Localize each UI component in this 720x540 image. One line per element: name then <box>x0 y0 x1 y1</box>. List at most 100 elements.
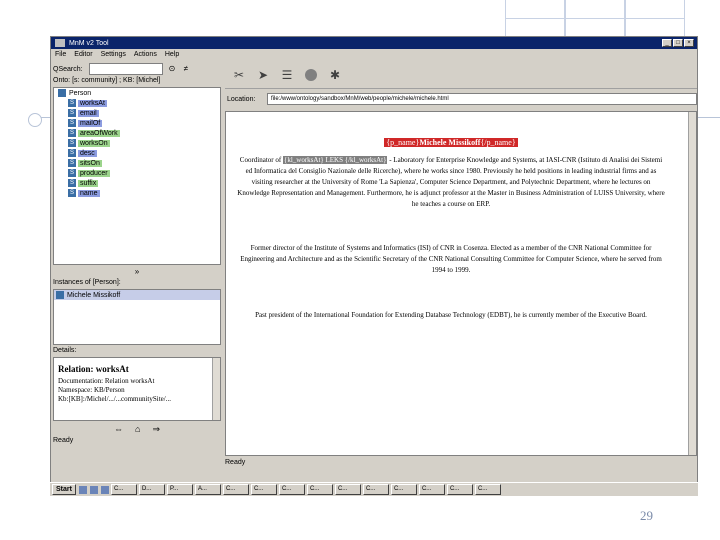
minimize-button[interactable]: _ <box>662 39 672 47</box>
menu-actions[interactable]: Actions <box>134 51 157 58</box>
tree-item[interactable]: SworksOn <box>54 138 220 148</box>
learn-icon[interactable]: ✱ <box>325 65 345 85</box>
person-name: Michele Missikoff <box>419 138 481 147</box>
taskbar-item[interactable]: C... <box>474 484 501 495</box>
tree-item-label: desc <box>78 149 97 157</box>
taskbar-item[interactable]: C... <box>306 484 333 495</box>
search-label: QSearch: <box>53 65 83 73</box>
title-bar: MnM v2 Tool _ □ × <box>51 37 697 49</box>
annotation-highlight[interactable]: {kl_worksAt} LEKS {/kl_worksAt} <box>282 156 388 164</box>
app-icon <box>55 39 65 47</box>
left-status: Ready <box>53 437 74 444</box>
details-label: Details: <box>53 347 77 354</box>
ontology-label: Onto: [s: community] ; KB: [Michel] <box>53 77 161 84</box>
taskbar-item[interactable]: C... <box>278 484 305 495</box>
next-icon[interactable]: ➤ <box>253 65 273 85</box>
tree-item-label: worksOn <box>78 139 110 147</box>
menu-help[interactable]: Help <box>165 51 179 58</box>
taskbar-item[interactable]: C... <box>362 484 389 495</box>
tree-item[interactable]: Sproducer <box>54 168 220 178</box>
tree-item[interactable]: Sdesc <box>54 148 220 158</box>
maximize-button[interactable]: □ <box>673 39 683 47</box>
slot-icon: S <box>68 139 76 147</box>
filter-icon[interactable]: ≠ <box>181 64 191 74</box>
instance-row[interactable]: Michele Missikoff <box>54 290 220 300</box>
tree-item[interactable]: Semail <box>54 108 220 118</box>
document-scrollbar[interactable] <box>688 112 696 455</box>
tree-item-label: producer <box>78 169 110 177</box>
slide-decoration-circle <box>28 113 42 127</box>
menu-settings[interactable]: Settings <box>101 51 126 58</box>
para-prefix: Coordinator of <box>239 156 283 164</box>
taskbar-item[interactable]: C... <box>110 484 137 495</box>
stop-icon[interactable] <box>305 68 317 81</box>
home-icon[interactable]: ⌂ <box>135 424 140 434</box>
details-line: Kb:[KB]:/Michel/.../...communitySite/... <box>58 395 171 403</box>
name-open-tag: {p_name} <box>386 138 420 147</box>
slot-icon: S <box>68 189 76 197</box>
details-heading: Relation: worksAt <box>58 364 129 374</box>
tree-item[interactable]: Ssuffix <box>54 178 220 188</box>
tree-item[interactable]: SareaOfWork <box>54 128 220 138</box>
tree-item-label: sitsOn <box>78 159 102 167</box>
instance-icon <box>56 291 64 299</box>
details-scrollbar[interactable] <box>212 358 220 420</box>
taskbar-item[interactable]: D... <box>138 484 165 495</box>
window-title: MnM v2 Tool <box>69 39 109 47</box>
annotate-icon[interactable]: ✂ <box>229 65 249 85</box>
tree-expand-button[interactable]: » <box>53 265 221 277</box>
start-button[interactable]: Start <box>52 484 76 495</box>
details-line: Documentation: Relation worksAt <box>58 377 155 385</box>
tree-item-label: areaOfWork <box>78 129 120 137</box>
search-row: QSearch: ⊙ ≠ <box>53 61 221 77</box>
tree-root-label: Person <box>69 89 92 97</box>
quicklaunch-icon[interactable] <box>78 485 87 494</box>
tree-item[interactable]: SworksAt <box>54 98 220 108</box>
back-arrow-icon[interactable]: ⇔ <box>114 424 123 434</box>
person-name-line: {p_name}Michele Missikoff{/p_name} <box>236 138 666 147</box>
slot-icon: S <box>68 179 76 187</box>
paragraph-past-president: Past president of the International Foun… <box>255 311 647 319</box>
slot-icon: S <box>68 159 76 167</box>
details-buttons: ⇔ ⌂ ⇒ <box>53 421 221 437</box>
slot-icon: S <box>68 169 76 177</box>
tree-item-label: name <box>78 189 100 197</box>
taskbar-item[interactable]: A... <box>194 484 221 495</box>
forward-arrow-icon[interactable]: ⇒ <box>152 424 160 435</box>
tree-root[interactable]: Person <box>54 88 220 98</box>
instances-list[interactable]: Michele Missikoff <box>53 289 221 345</box>
quicklaunch-icon[interactable] <box>100 485 109 494</box>
taskbar-item[interactable]: C... <box>222 484 249 495</box>
search-input[interactable] <box>89 63 163 75</box>
document-view[interactable]: {p_name}Michele Missikoff{/p_name} Coord… <box>225 111 697 456</box>
taskbar-item[interactable]: C... <box>250 484 277 495</box>
taskbar-item[interactable]: C... <box>418 484 445 495</box>
right-status: Ready <box>225 459 246 466</box>
instance-label: Michele Missikoff <box>67 291 121 299</box>
paragraph-former-director: Former director of the Institute of Syst… <box>240 244 662 274</box>
tree-item[interactable]: Sname <box>54 188 220 198</box>
slide-decoration-grid <box>495 0 720 38</box>
ontology-tree[interactable]: Person SworksAt Semail SmailOf SareaOfWo… <box>53 87 221 265</box>
menu-bar: File Editor Settings Actions Help <box>51 49 697 60</box>
menu-file[interactable]: File <box>55 51 66 58</box>
slot-icon: S <box>68 119 76 127</box>
search-icon[interactable]: ⊙ <box>167 64 177 74</box>
taskbar-item[interactable]: P... <box>166 484 193 495</box>
tree-item-label: email <box>78 109 99 117</box>
slot-icon: S <box>68 109 76 117</box>
toolbar: ✂ ➤ ☰ ✱ <box>225 61 697 89</box>
taskbar-item[interactable]: C... <box>390 484 417 495</box>
close-button[interactable]: × <box>684 39 694 47</box>
tree-item-label: suffix <box>78 179 99 187</box>
list-icon[interactable]: ☰ <box>277 65 297 85</box>
tree-item[interactable]: SmailOf <box>54 118 220 128</box>
taskbar-item[interactable]: C... <box>446 484 473 495</box>
location-input[interactable]: file:/www/ontology/sandbox/MnM/web/peopl… <box>267 93 697 105</box>
slot-icon: S <box>68 99 76 107</box>
quicklaunch-icon[interactable] <box>89 485 98 494</box>
menu-editor[interactable]: Editor <box>74 51 92 58</box>
right-panel: ✂ ➤ ☰ ✱ Location: file:/www/ontology/san… <box>225 61 697 493</box>
taskbar-item[interactable]: C... <box>334 484 361 495</box>
tree-item[interactable]: SsitsOn <box>54 158 220 168</box>
